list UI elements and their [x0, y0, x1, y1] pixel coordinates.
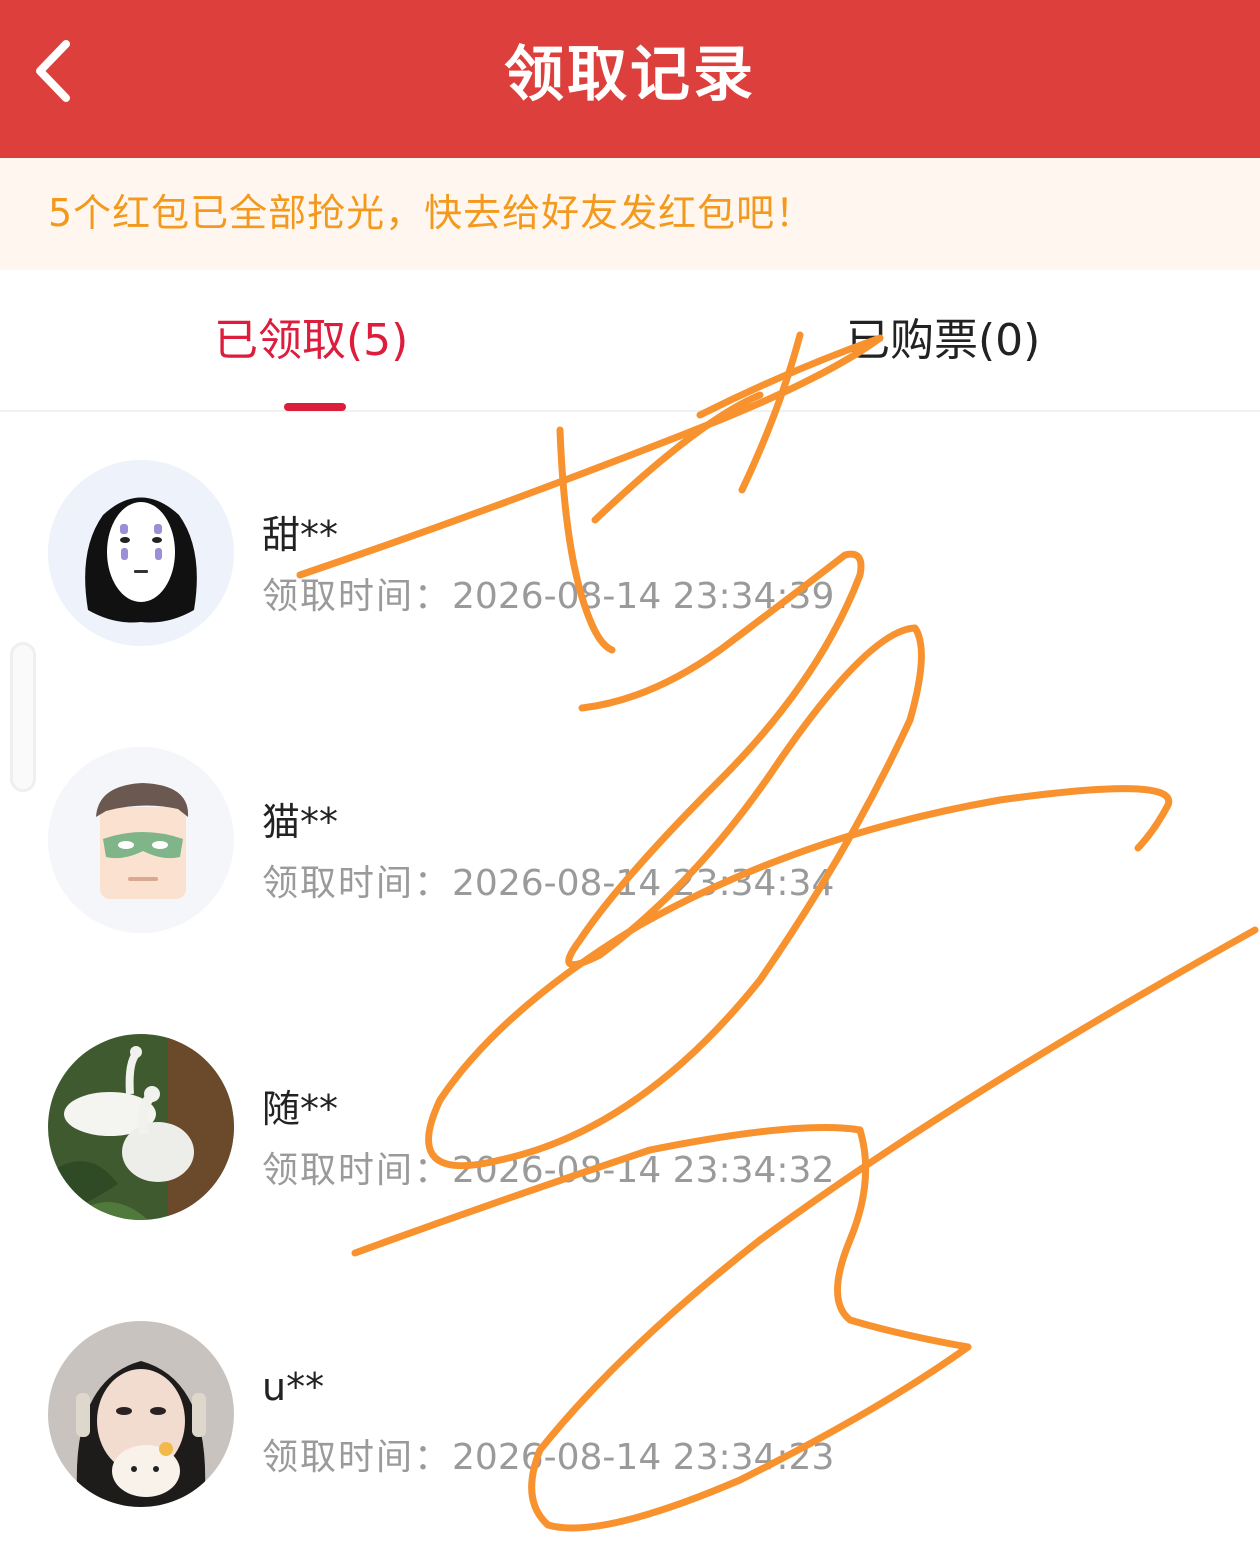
tab-bar: 已领取(5) 已购票(0)	[0, 270, 1260, 412]
claim-time-label: 领取时间：	[262, 863, 453, 904]
claim-time-value: 2026-08-14 23:34:34	[452, 863, 835, 904]
tab-purchased[interactable]: 已购票(0)	[846, 270, 1040, 410]
claim-time: 领取时间：2026-08-14 23:34:39	[262, 567, 834, 619]
claim-time-label: 领取时间：	[262, 1437, 453, 1478]
active-tab-indicator	[284, 403, 346, 411]
list-item: 甜** 领取时间：2026-08-14 23:34:39	[0, 412, 1260, 699]
page-title: 领取记录	[504, 40, 756, 110]
white-peacock-avatar-icon	[48, 1034, 234, 1220]
avatar	[48, 747, 234, 933]
notice-text: 5个红包已全部抢光，快去给好友发红包吧！	[48, 191, 815, 235]
user-name: u**	[262, 1365, 325, 1409]
list-item: 猫** 领取时间：2026-08-14 23:34:34	[0, 699, 1260, 986]
list-item: u** 领取时间：2026-08-14 23:34:23	[0, 1273, 1260, 1560]
notice-banner: 5个红包已全部抢光，快去给好友发红包吧！	[0, 158, 1260, 270]
claim-time: 领取时间：2026-08-14 23:34:23	[262, 1428, 834, 1480]
avatar	[48, 1034, 234, 1220]
avatar	[48, 460, 234, 646]
top-navigation-bar: 领取记录	[0, 0, 1260, 158]
avatar	[48, 1321, 234, 1507]
user-name: 猫**	[262, 800, 339, 844]
claim-time-value: 2026-08-14 23:34:23	[452, 1437, 835, 1478]
masked-man-avatar-icon	[48, 747, 234, 933]
user-name: 甜**	[262, 513, 339, 557]
girl-with-headphones-avatar-icon	[48, 1321, 234, 1507]
claim-time: 领取时间：2026-08-14 23:34:34	[262, 854, 834, 906]
list-item: 随** 领取时间：2026-08-14 23:34:32	[0, 986, 1260, 1273]
claim-time-value: 2026-08-14 23:34:32	[452, 1150, 835, 1191]
no-face-avatar-icon	[48, 460, 234, 646]
claim-time-label: 领取时间：	[262, 576, 453, 617]
tab-claimed[interactable]: 已领取(5)	[214, 270, 408, 410]
claim-time-label: 领取时间：	[262, 1150, 453, 1191]
claim-time: 领取时间：2026-08-14 23:34:32	[262, 1141, 834, 1193]
user-name: 随**	[262, 1087, 339, 1131]
claim-time-value: 2026-08-14 23:34:39	[452, 576, 835, 617]
